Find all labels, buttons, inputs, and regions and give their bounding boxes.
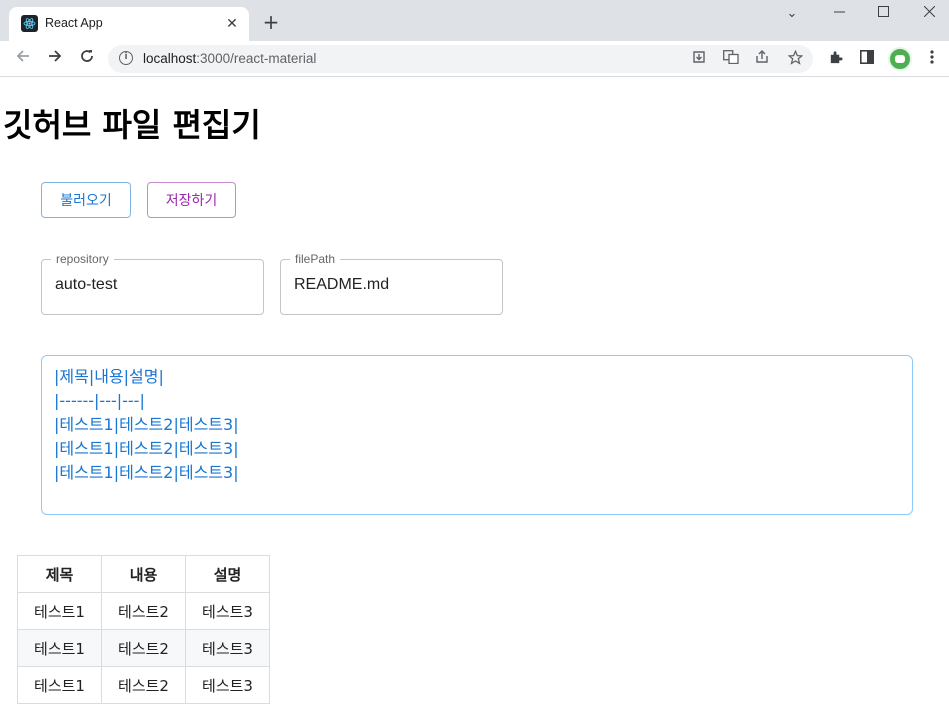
new-tab-icon[interactable]: +: [259, 11, 283, 35]
bookmark-star-icon[interactable]: [786, 49, 804, 68]
table-cell: 테스트3: [185, 629, 270, 667]
table-cell: 테스트1: [17, 629, 102, 667]
table-cell: 테스트3: [185, 592, 270, 630]
table-row: 테스트1 테스트2 테스트3: [17, 666, 270, 704]
column-header: 설명: [185, 555, 270, 593]
tab-search-chevron-icon[interactable]: ⌄: [777, 4, 807, 24]
browser-tab[interactable]: React App ✕: [9, 7, 249, 41]
column-header: 제목: [17, 555, 102, 593]
side-panel-icon[interactable]: [858, 50, 876, 68]
column-header: 내용: [101, 555, 186, 593]
browser-toolbar: i localhost:3000/react-material: [0, 41, 949, 77]
editor-line: |제목|내용|설명|: [54, 367, 164, 386]
install-icon[interactable]: [690, 50, 708, 68]
editor-line: |테스트1|테스트2|테스트3|: [54, 439, 239, 458]
table-row: 테스트1 테스트2 테스트3: [17, 592, 270, 630]
table-cell: 테스트2: [101, 629, 186, 667]
repository-label: repository: [51, 252, 114, 266]
repository-input[interactable]: [55, 276, 250, 294]
forward-icon[interactable]: [43, 47, 67, 71]
profile-avatar[interactable]: [888, 47, 912, 71]
close-window-icon[interactable]: [914, 4, 944, 24]
site-info-icon[interactable]: i: [119, 51, 133, 65]
extensions-icon[interactable]: [826, 50, 844, 68]
table-cell: 테스트2: [101, 592, 186, 630]
save-button[interactable]: 저장하기: [147, 182, 236, 218]
filepath-field: filePath: [280, 252, 503, 315]
table-row: 테스트1 테스트2 테스트3: [17, 629, 270, 667]
load-button[interactable]: 불러오기: [41, 182, 131, 218]
translate-icon[interactable]: [722, 50, 740, 68]
browser-tab-strip: React App ✕ + ⌄: [0, 0, 949, 41]
page-title: 깃허브 파일 편집기: [3, 106, 261, 144]
editor-line: |------|---|---|: [54, 391, 145, 410]
table-cell: 테스트3: [185, 666, 270, 704]
editor-line: |테스트1|테스트2|테스트3|: [54, 463, 239, 482]
close-tab-icon[interactable]: ✕: [224, 16, 240, 32]
repository-field: repository: [41, 252, 264, 315]
reload-icon[interactable]: [75, 47, 99, 71]
markdown-preview-table: 제목 내용 설명 테스트1 테스트2 테스트3 테스트1 테스트2 테스트3 테…: [17, 555, 270, 704]
table-cell: 테스트1: [17, 666, 102, 704]
markdown-editor[interactable]: |제목|내용|설명| |------|---|---| |테스트1|테스트2|테…: [41, 355, 913, 515]
menu-icon[interactable]: [923, 50, 941, 68]
editor-line: |테스트1|테스트2|테스트3|: [54, 415, 239, 434]
react-logo-icon: [21, 15, 38, 32]
filepath-label: filePath: [290, 252, 341, 266]
table-header-row: 제목 내용 설명: [17, 555, 270, 593]
share-icon[interactable]: [753, 50, 771, 68]
back-icon[interactable]: [11, 47, 35, 71]
tab-title: React App: [45, 16, 103, 30]
minimize-icon[interactable]: [824, 4, 854, 24]
maximize-icon[interactable]: [868, 4, 898, 24]
filepath-input[interactable]: [294, 276, 489, 294]
url-text[interactable]: localhost:3000/react-material: [143, 51, 316, 66]
table-cell: 테스트1: [17, 592, 102, 630]
table-cell: 테스트2: [101, 666, 186, 704]
address-bar[interactable]: i localhost:3000/react-material: [108, 45, 813, 73]
page-content: 깃허브 파일 편집기 불러오기 저장하기 repository filePath…: [0, 78, 949, 723]
